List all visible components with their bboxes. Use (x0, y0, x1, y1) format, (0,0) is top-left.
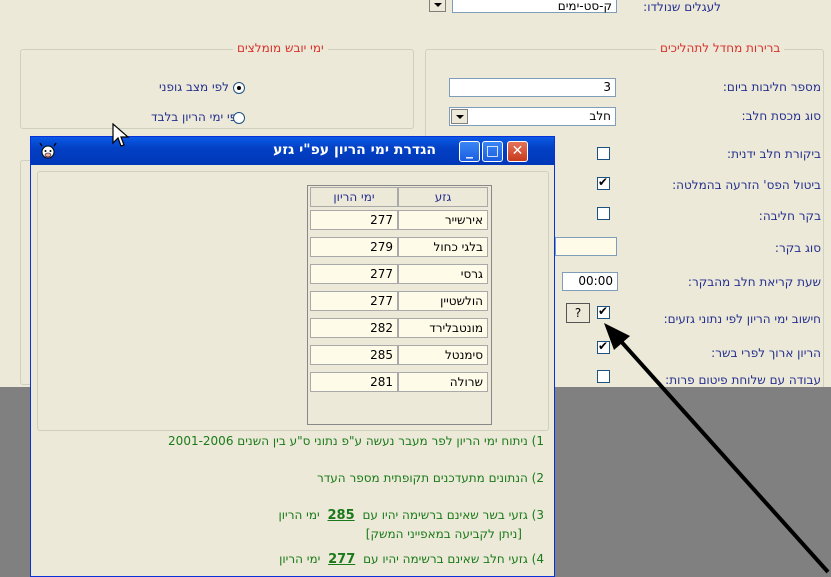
table-row-days[interactable]: 282 (310, 318, 398, 338)
top-row-field[interactable]: ק-סט-ימים (452, 0, 617, 13)
table-row-days[interactable]: 285 (310, 345, 398, 365)
dry-option-body-label: לפי מצב גופני (158, 80, 229, 94)
manual-milk-checkbox[interactable] (597, 147, 610, 160)
note-2: 2) הנתונים מתעדכנים תקופתית מספר העדר (316, 471, 544, 485)
table-row-breed[interactable]: שרולה (398, 372, 488, 392)
breed-calc-checkbox[interactable] (597, 304, 610, 319)
label-cancel-insem: ביטול הפס' הזרעה בהמלטה: (672, 178, 821, 192)
dialog-titlebar[interactable]: הגדרת ימי הריון עפ"י גזע _ □ ✕ (31, 137, 554, 165)
label-milking-cattle: בקר חליבה: (758, 209, 821, 223)
note-3-suffix: ימי הריון (278, 508, 320, 522)
table-row-days[interactable]: 279 (310, 237, 398, 257)
dry-days-title: ימי יובש מומלצים (233, 41, 328, 55)
label-milk-time: שעת קריאת חלב מהבקר: (687, 275, 821, 289)
cattle-type-field[interactable] (555, 237, 617, 256)
milk-quota-dropdown-button[interactable] (451, 109, 468, 124)
close-icon: ✕ (511, 143, 524, 159)
note-4: 4) גזעי חלב שאינם ברשימה יהיו עם 277 ימי… (44, 552, 544, 567)
table-row-days[interactable]: 277 (310, 264, 398, 284)
process-defaults-title: ברירות מחדל לתהליכים (656, 41, 785, 55)
top-row: לעגלים שנולדו: ק-סט-ימים (0, 0, 831, 20)
label-milkings: מספר חליבות ביום: (722, 80, 821, 94)
milk-time-input[interactable]: 00:00 (562, 272, 618, 291)
annotation-arrow-icon (604, 323, 830, 574)
table-row-breed[interactable]: אירשייר (398, 210, 488, 230)
dry-option-preg-radio[interactable] (233, 112, 245, 124)
note-3-sub: [ניתן לקביעה במאפייני המשק] (365, 527, 522, 541)
app-cow-icon (39, 142, 57, 160)
dry-option-preg-label: לפי ימי הריון בלבד (150, 110, 244, 124)
maximize-button[interactable]: □ (482, 141, 503, 162)
milkings-per-day-input[interactable]: 3 (449, 78, 616, 97)
note-4-suffix: ימי הריון (279, 552, 321, 566)
header-breed: גזע (398, 187, 488, 207)
cancel-insem-checkbox[interactable] (597, 175, 610, 190)
note-3-prefix: 3) גזעי בשר שאינם ברשימה יהיו עם (362, 508, 544, 522)
close-button[interactable]: ✕ (507, 141, 528, 162)
minimize-button[interactable]: _ (459, 141, 480, 162)
table-row-breed[interactable]: בלגי כחול (398, 237, 488, 257)
maximize-icon: □ (485, 143, 500, 159)
label-manual-milk: ביקורת חלב ידנית: (727, 147, 821, 161)
dry-option-body-radio[interactable] (233, 82, 245, 94)
table-row-breed[interactable]: מונטבלירד (398, 318, 488, 338)
meat-default-days-link[interactable]: 285 (328, 508, 355, 523)
header-days: ימי הריון (310, 187, 398, 207)
note-4-prefix: 4) גזעי חלב שאינם ברשימה יהיו עם (363, 552, 544, 566)
table-row-breed[interactable]: הולשטיין (398, 291, 488, 311)
table-row-days[interactable]: 277 (310, 210, 398, 230)
milk-default-days-link[interactable]: 277 (328, 552, 355, 567)
table-row-breed[interactable]: גרסי (398, 264, 488, 284)
table-row-days[interactable]: 277 (310, 291, 398, 311)
top-row-dropdown-button[interactable] (429, 0, 446, 12)
breed-help-button[interactable]: ? (566, 303, 590, 323)
label-quota: סוג מכסת חלב: (741, 109, 821, 123)
minimize-icon: _ (466, 143, 473, 159)
breed-pregnancy-dialog: הגדרת ימי הריון עפ"י גזע _ □ ✕ ימי הריון… (30, 136, 555, 577)
note-3: 3) גזעי בשר שאינם ברשימה יהיו עם 285 ימי… (44, 508, 545, 523)
milk-quota-select[interactable]: חלב (449, 107, 616, 126)
note-1: 1) ניתוח ימי הריון לפר מעבר נעשה ע"פ נתו… (168, 434, 544, 448)
dialog-title: הגדרת ימי הריון עפ"י גזע (273, 142, 436, 158)
label-cattle-type: סוג בקר: (774, 241, 821, 255)
mouse-cursor-icon (112, 123, 130, 147)
table-row-days[interactable]: 281 (310, 372, 398, 392)
table-row-breed[interactable]: סימנטל (398, 345, 488, 365)
milking-cattle-checkbox[interactable] (597, 207, 610, 220)
